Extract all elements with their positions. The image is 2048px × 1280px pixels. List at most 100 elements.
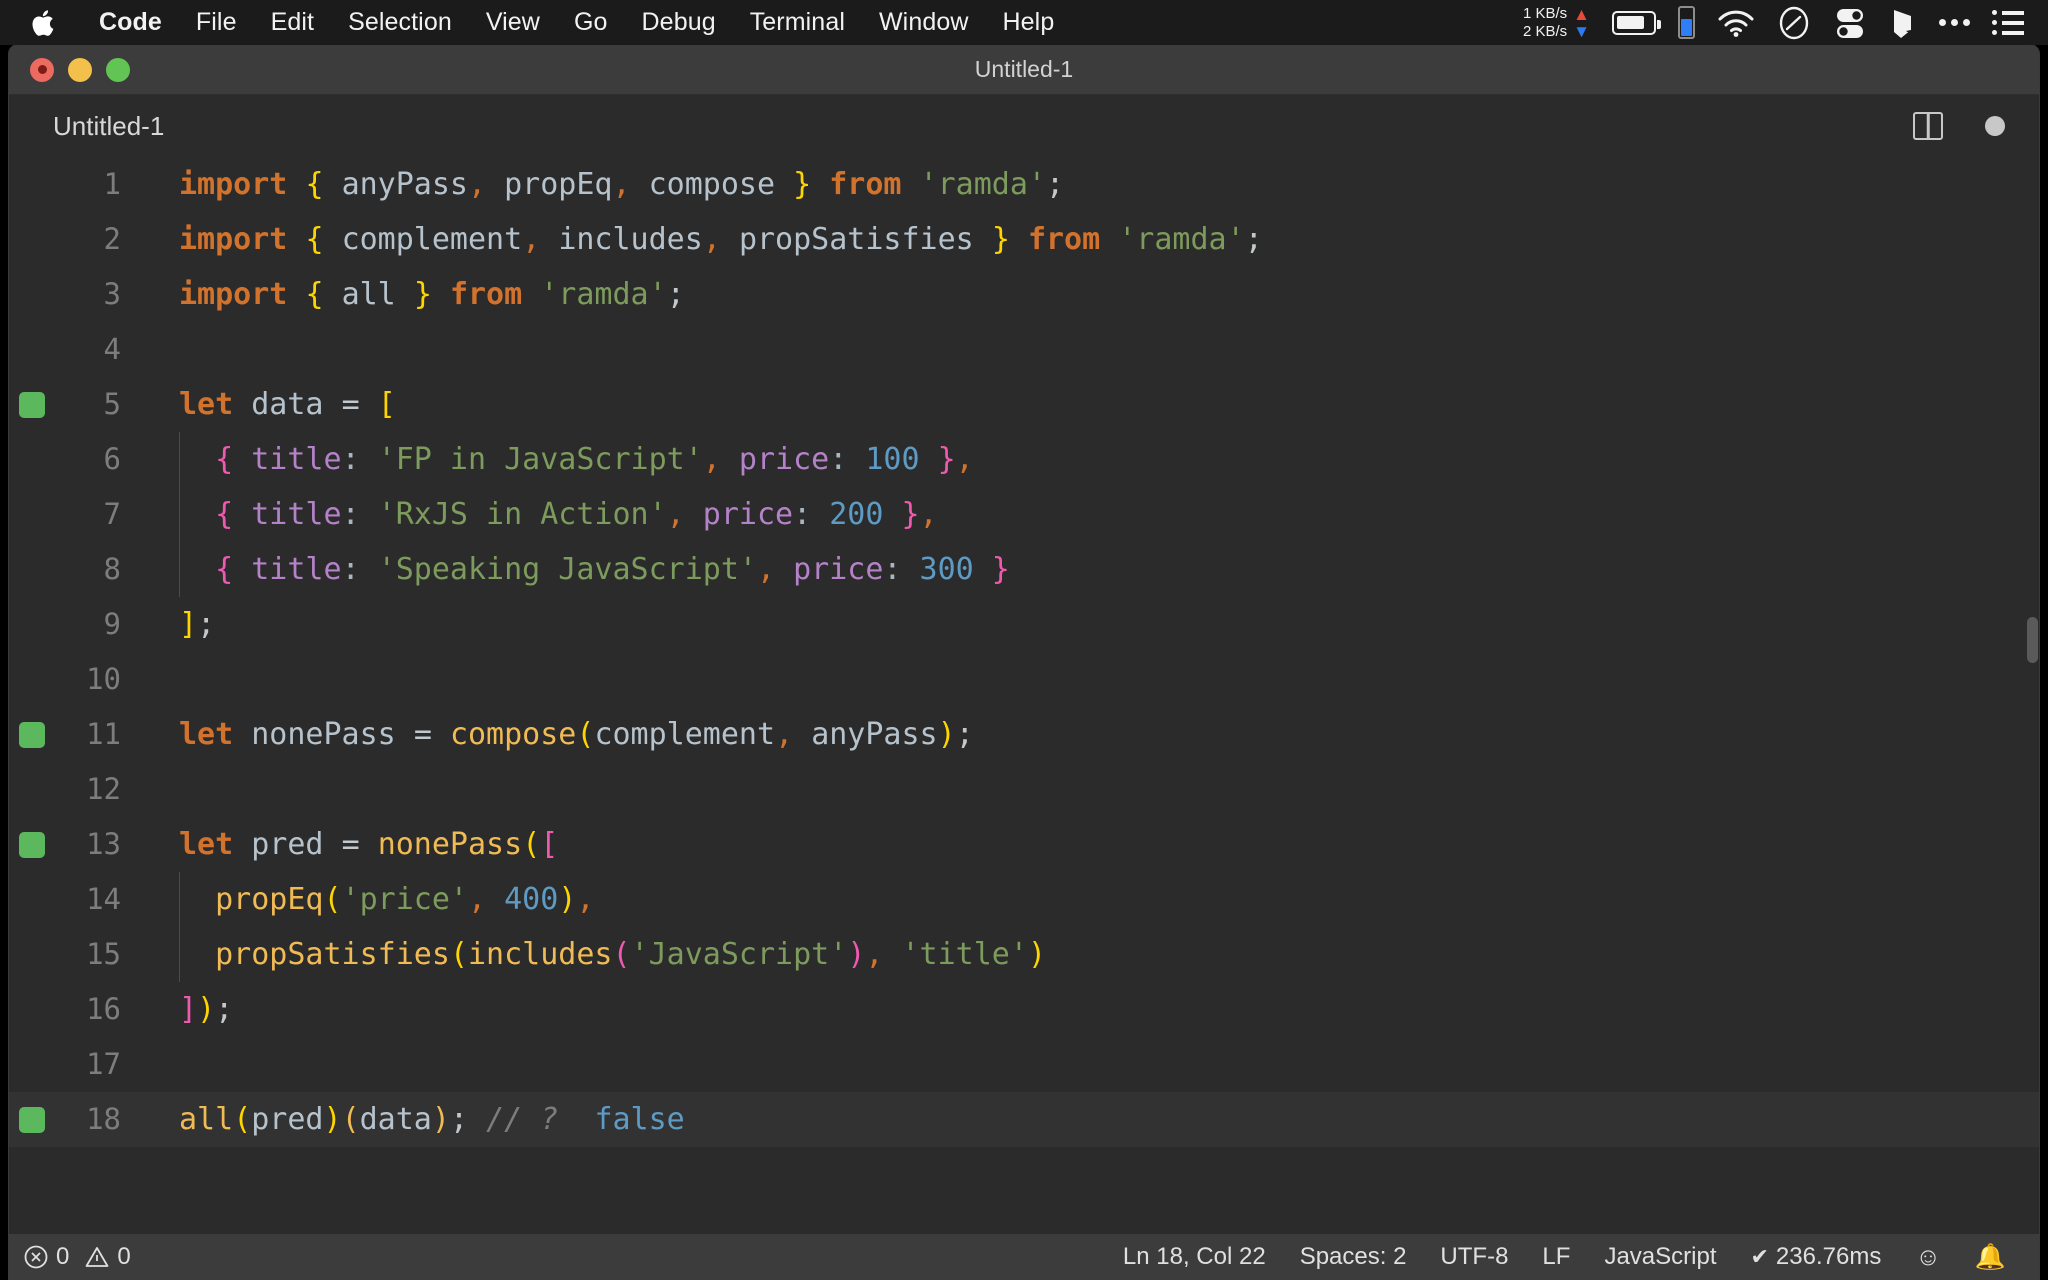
- menu-item-terminal[interactable]: Terminal: [733, 0, 862, 45]
- network-download-speed: 2 KB/s: [1522, 22, 1568, 40]
- code-line[interactable]: 13 let pred = nonePass([: [9, 817, 2039, 872]
- code-line-text[interactable]: import { all } from 'ramda';: [133, 267, 2039, 322]
- window-titlebar[interactable]: Untitled-1: [9, 45, 2039, 95]
- code-line[interactable]: 18 all(pred)(data); // ? false: [9, 1092, 2039, 1147]
- run-marker-icon[interactable]: [9, 391, 55, 418]
- code-line[interactable]: 9];: [9, 597, 2039, 652]
- maximize-window-button[interactable]: [106, 57, 130, 82]
- code-token: ,: [612, 167, 631, 202]
- code-line-text[interactable]: propSatisfies(includes('JavaScript'), 't…: [133, 927, 2039, 982]
- check-icon: ✔: [1750, 1244, 1769, 1269]
- ellipsis-icon[interactable]: [1939, 19, 1970, 26]
- code-token: complement: [594, 717, 776, 752]
- close-window-button[interactable]: [30, 57, 54, 82]
- code-token: ): [431, 1102, 450, 1137]
- warning-count: 0: [117, 1243, 131, 1270]
- notifications-button[interactable]: 🔔: [1958, 1243, 2023, 1272]
- code-token: price: [738, 442, 830, 477]
- feedback-button[interactable]: ☺: [1898, 1243, 1958, 1272]
- run-marker-icon[interactable]: [9, 1106, 55, 1133]
- dashboard-gauge-icon[interactable]: [1777, 6, 1811, 40]
- code-line-text[interactable]: import { anyPass, propEq, compose } from…: [133, 157, 2039, 212]
- code-line[interactable]: 2 import { complement, includes, propSati…: [9, 212, 2039, 267]
- wifi-icon[interactable]: [1717, 9, 1755, 37]
- cursor-position-status[interactable]: Ln 18, Col 22: [1106, 1243, 1283, 1271]
- unsaved-dot-icon[interactable]: [1985, 116, 2005, 136]
- menu-item-window[interactable]: Window: [862, 0, 986, 45]
- code-line[interactable]: 6 { title: 'FP in JavaScript', price: 10…: [9, 432, 2039, 487]
- menu-item-view[interactable]: View: [469, 0, 557, 45]
- network-speed-indicator[interactable]: 1 KB/s 2 KB/s ▲ ▼: [1523, 5, 1590, 41]
- menu-item-code[interactable]: Code: [82, 0, 179, 45]
- list-icon[interactable]: [1992, 10, 2024, 35]
- code-line[interactable]: 10: [9, 652, 2039, 707]
- code-line[interactable]: 3 import { all } from 'ramda';: [9, 267, 2039, 322]
- split-editor-icon[interactable]: [1913, 112, 1943, 140]
- code-line-text[interactable]: { title: 'FP in JavaScript', price: 100 …: [133, 432, 2039, 487]
- line-number: 10: [86, 662, 121, 696]
- code-token: 'ramda': [1118, 222, 1245, 257]
- code-line[interactable]: 8 { title: 'Speaking JavaScript', price:…: [9, 542, 2039, 597]
- editor-scrollbar[interactable]: [2025, 157, 2039, 1234]
- code-line-text[interactable]: { title: 'Speaking JavaScript', price: 3…: [133, 542, 2039, 597]
- minimize-window-button[interactable]: [68, 57, 92, 82]
- apple-logo-icon[interactable]: [30, 8, 56, 38]
- code-line[interactable]: 15 propSatisfies(includes('JavaScript'),…: [9, 927, 2039, 982]
- encoding-status[interactable]: UTF-8: [1423, 1243, 1525, 1271]
- indentation-status[interactable]: Spaces: 2: [1283, 1243, 1424, 1271]
- code-line[interactable]: 12: [9, 762, 2039, 817]
- phone-battery-icon[interactable]: [1678, 6, 1695, 39]
- code-line[interactable]: 7 { title: 'RxJS in Action', price: 200 …: [9, 487, 2039, 542]
- code-line-text[interactable]: let data = [: [133, 377, 2039, 432]
- code-line-text[interactable]: let pred = nonePass([: [133, 817, 2039, 872]
- code-line[interactable]: 14 propEq('price', 400),: [9, 872, 2039, 927]
- menu-item-go[interactable]: Go: [557, 0, 625, 45]
- editor-scrollbar-thumb[interactable]: [2027, 617, 2038, 663]
- menu-item-selection[interactable]: Selection: [331, 0, 469, 45]
- code-line[interactable]: 17: [9, 1037, 2039, 1092]
- menu-item-edit[interactable]: Edit: [254, 0, 331, 45]
- language-mode-status[interactable]: JavaScript: [1587, 1243, 1733, 1271]
- menu-item-debug[interactable]: Debug: [625, 0, 733, 45]
- code-token: ,: [522, 222, 541, 257]
- code-token: ,: [756, 552, 776, 587]
- code-line[interactable]: 1 import { anyPass, propEq, compose } fro…: [9, 157, 2039, 212]
- macos-menubar: Code File Edit Selection View Go Debug T…: [0, 0, 2048, 45]
- run-marker-icon[interactable]: [9, 721, 55, 748]
- code-line-text[interactable]: import { complement, includes, propSatis…: [133, 212, 2039, 267]
- menu-item-file[interactable]: File: [179, 0, 254, 45]
- problems-status[interactable]: 0 0: [23, 1243, 148, 1271]
- code-editor[interactable]: 1 import { anyPass, propEq, compose } fro…: [9, 157, 2039, 1234]
- toggles-icon[interactable]: [1833, 6, 1867, 40]
- code-token: title: [251, 552, 342, 587]
- code-line-text[interactable]: let nonePass = compose(complement, anyPa…: [133, 707, 2039, 762]
- code-line-text[interactable]: ];: [133, 597, 2039, 652]
- network-upload-speed: 1 KB/s: [1522, 4, 1568, 22]
- code-token: let: [179, 717, 234, 752]
- code-line-text[interactable]: { title: 'RxJS in Action', price: 200 },: [133, 487, 2039, 542]
- code-token: price: [793, 552, 884, 587]
- run-time-value: 236.76ms: [1775, 1243, 1882, 1270]
- list-row: [1992, 10, 2024, 15]
- code-line[interactable]: 5 let data = [: [9, 377, 2039, 432]
- code-line[interactable]: 16]);: [9, 982, 2039, 1037]
- battery-icon[interactable]: [1612, 10, 1661, 35]
- menu-item-help[interactable]: Help: [986, 0, 1072, 45]
- tab-untitled-1[interactable]: Untitled-1: [9, 95, 199, 157]
- code-line-text[interactable]: propEq('price', 400),: [133, 872, 2039, 927]
- run-time-status[interactable]: ✔ 236.76ms: [1733, 1243, 1898, 1271]
- code-line[interactable]: 11 let nonePass = compose(complement, any…: [9, 707, 2039, 762]
- code-line[interactable]: 4: [9, 322, 2039, 377]
- code-line-text[interactable]: ]);: [133, 982, 2039, 1037]
- list-row: [1992, 20, 2024, 25]
- run-marker-icon[interactable]: [9, 831, 55, 858]
- shape-badge-icon[interactable]: [1889, 6, 1917, 40]
- code-line-text[interactable]: all(pred)(data); // ? false: [133, 1092, 2039, 1147]
- eol-status[interactable]: LF: [1525, 1243, 1587, 1271]
